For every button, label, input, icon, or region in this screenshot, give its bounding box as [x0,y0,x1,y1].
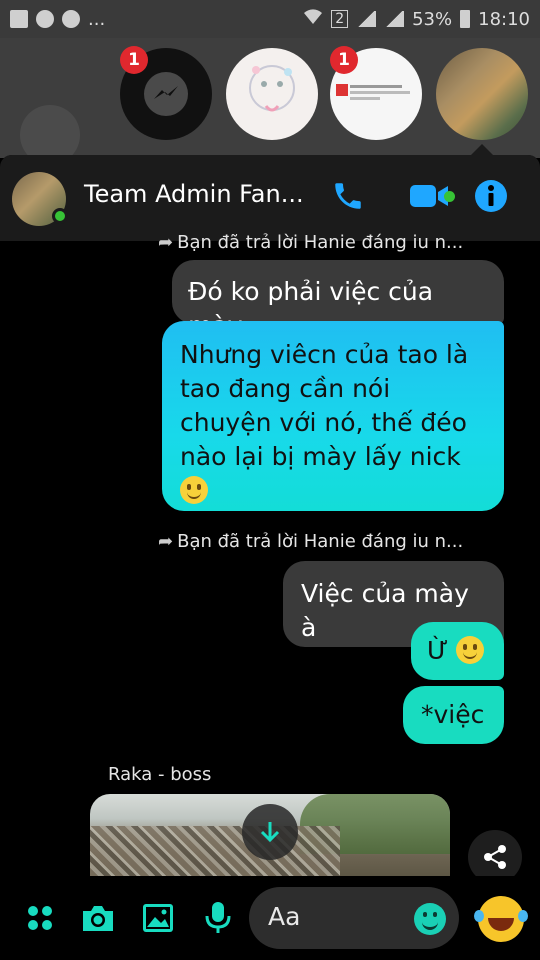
smile-emoji-icon [456,636,485,664]
unread-badge: 1 [120,46,148,74]
message-bubble[interactable]: *việc [403,686,504,744]
info-button[interactable] [472,178,510,214]
message-bubble[interactable]: Ừ [411,622,504,680]
reply-note-text: Bạn đã trả lời Hanie đáng iu n... [177,232,464,253]
arrow-down-icon [260,822,280,843]
message-text: Nhưng viêcn của tao là tao đang cần nói … [180,340,469,471]
message-text: Ừ [427,636,449,665]
camera-icon [83,906,113,931]
reply-note: ➦ Bạn đã trả lời Hanie đáng iu n... [158,531,463,552]
video-active-dot [444,191,455,202]
smile-emoji-icon [180,476,208,504]
phone-icon [335,183,361,209]
reply-arrow-icon: ➦ [158,232,174,253]
signal-icon-2 [384,11,405,27]
clock: 18:10 [478,8,530,30]
grid-icon [28,906,52,930]
reply-note-text: Bạn đã trả lời Hanie đáng iu n... [177,531,464,552]
message-input-placeholder: Aa [268,902,301,931]
online-status-dot [52,208,68,224]
battery-percent: 53% [412,8,453,30]
gallery-notification-icon [10,10,28,28]
reply-note: ➦ Bạn đã trả lời Hanie đáng iu n... [158,232,463,253]
message-bubble[interactable]: Nhưng viêcn của tao là tao đang cần nói … [162,321,504,511]
microphone-icon [205,902,231,933]
scroll-to-bottom-button[interactable] [242,804,298,860]
camera-button[interactable] [80,898,116,938]
message-bubble[interactable]: Đó ko phải việc của mày [172,260,504,340]
more-notifications-indicator: ... [88,8,106,30]
messenger-notification-icon [36,10,54,28]
quick-reaction-laugh-button[interactable] [474,896,524,942]
media-notification-icon [62,10,80,28]
chat-head-cats[interactable] [436,48,528,140]
photo-garbage [90,826,340,876]
image-icon [143,904,173,932]
more-actions-button[interactable] [22,898,58,938]
signal-icon [356,11,377,27]
emoji-picker-button[interactable] [414,903,446,935]
chat-title[interactable]: Team Admin Fan... [84,180,304,208]
gallery-button[interactable] [140,898,176,938]
call-button[interactable] [328,178,368,214]
status-bar: ... 2 53% 18:10 [0,0,540,38]
share-icon [484,845,506,869]
messenger-icon [144,72,188,116]
unread-badge: 1 [330,46,358,74]
sim-indicator: 2 [331,10,349,28]
voice-button[interactable] [200,898,236,938]
sender-name: Raka - boss [108,764,212,785]
doodle-avatar-icon [249,65,295,112]
wifi-icon [303,8,323,30]
info-icon [475,180,507,212]
battery-icon [460,10,471,28]
chat-head-doodle[interactable] [226,48,318,140]
reply-arrow-icon: ➦ [158,531,174,552]
